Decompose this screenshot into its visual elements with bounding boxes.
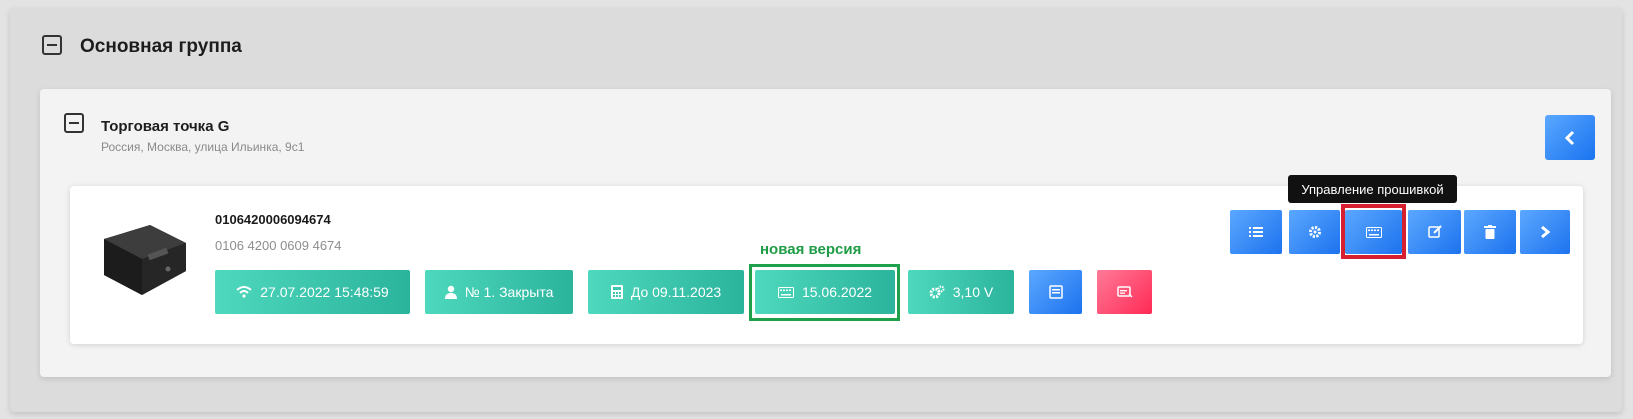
delete-button[interactable] — [1464, 210, 1516, 254]
chevron-left-icon — [1564, 130, 1575, 145]
voltage-value: 3,10 V — [952, 284, 994, 300]
cogs-icon — [929, 285, 945, 299]
calculator-icon — [610, 285, 623, 299]
store-name: Торговая точка G — [101, 118, 230, 135]
user-icon — [444, 285, 457, 299]
voltage-badge[interactable]: 3,10 V — [908, 270, 1014, 314]
receipt-button[interactable] — [1029, 270, 1082, 314]
collapse-group-icon[interactable] — [42, 35, 62, 55]
list-button[interactable] — [1230, 210, 1282, 254]
device-serial-formatted: 0106 4200 0609 4674 — [215, 238, 342, 253]
firmware-button-highlight — [1341, 204, 1406, 259]
trash-icon — [1484, 225, 1496, 239]
connection-time: 27.07.2022 15:48:59 — [260, 284, 389, 300]
fn-valid-date: До 09.11.2023 — [630, 284, 722, 300]
collapse-store-icon[interactable] — [64, 113, 84, 133]
group-title: Основная группа — [80, 36, 242, 57]
back-button[interactable] — [1545, 115, 1595, 160]
settings-button[interactable] — [1289, 210, 1340, 254]
card-icon — [1116, 286, 1133, 298]
store-address: Россия, Москва, улица Ильинка, 9с1 — [101, 140, 305, 154]
edit-icon — [1427, 225, 1442, 238]
new-version-label: новая версия — [760, 241, 862, 258]
next-button[interactable] — [1520, 210, 1570, 254]
wifi-icon — [236, 286, 252, 298]
edit-button[interactable] — [1408, 210, 1461, 254]
chevron-right-icon — [1541, 225, 1551, 239]
firmware-tooltip: Управление прошивкой — [1288, 175, 1457, 203]
list-icon — [1249, 227, 1263, 237]
fn-valid-badge[interactable]: До 09.11.2023 — [588, 270, 744, 314]
firmware-highlight — [749, 264, 900, 321]
shift-badge[interactable]: № 1. Закрыта — [425, 270, 573, 314]
connection-badge[interactable]: 27.07.2022 15:48:59 — [215, 270, 410, 314]
printer-image — [104, 225, 186, 295]
alert-button[interactable] — [1097, 270, 1152, 314]
shift-status: № 1. Закрыта — [464, 284, 554, 300]
device-serial: 0106420006094674 — [215, 212, 331, 227]
receipt-icon — [1048, 285, 1063, 299]
gear-icon — [1308, 226, 1321, 238]
